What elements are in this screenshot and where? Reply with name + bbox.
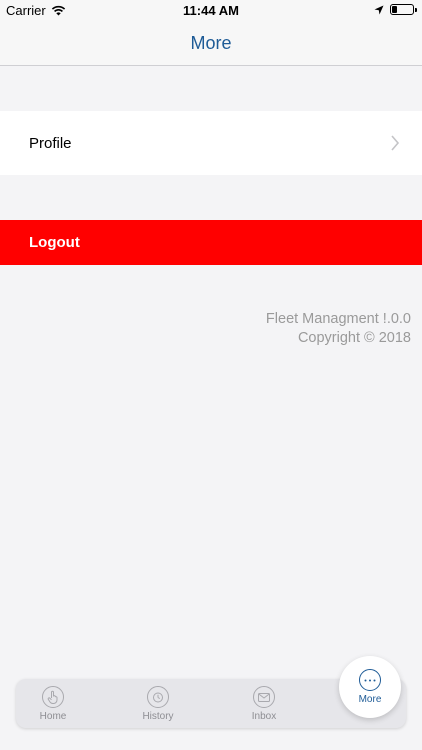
battery-icon	[390, 4, 417, 15]
app-version: Fleet Managment !.0.0	[265, 311, 411, 327]
more-dots-icon	[359, 669, 381, 691]
tab-history-label: History	[142, 711, 174, 722]
logout-label: Logout	[29, 234, 80, 251]
app-info: Fleet Managment !.0.0 Copyright © 2018	[266, 310, 411, 348]
status-right	[374, 4, 417, 15]
tab-inbox-label: Inbox	[251, 711, 277, 722]
status-time: 11:44 AM	[183, 3, 239, 18]
tab-home[interactable]: Home	[13, 679, 93, 728]
logout-button[interactable]: Logout	[0, 220, 422, 265]
tab-more-label: More	[358, 694, 382, 705]
profile-label: Profile	[29, 134, 72, 152]
page-title: More	[190, 33, 232, 53]
tab-home-label: Home	[39, 711, 67, 722]
hand-pointer-icon	[42, 686, 64, 708]
chevron-right-icon	[391, 135, 400, 151]
tab-inbox[interactable]: Inbox	[224, 679, 304, 728]
battery-level	[392, 6, 397, 13]
profile-row[interactable]: Profile	[0, 111, 422, 175]
stopwatch-icon	[147, 686, 169, 708]
envelope-icon	[253, 686, 275, 708]
tab-history[interactable]: History	[118, 679, 198, 728]
navigation-bar: More	[0, 22, 422, 66]
tab-more[interactable]: More	[339, 656, 401, 718]
location-arrow-icon	[374, 5, 384, 14]
copyright: Copyright © 2018	[297, 330, 411, 346]
status-bar: Carrier 11:44 AM	[0, 0, 422, 22]
